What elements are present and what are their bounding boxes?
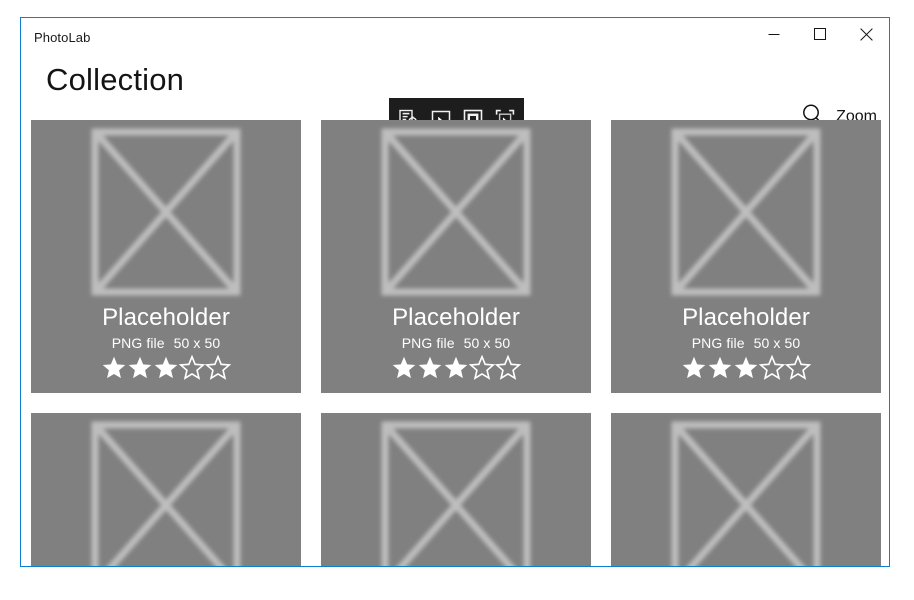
photo-file-type: PNG file [691,335,745,351]
star-outline-icon [495,355,521,380]
page-title: Collection [46,62,185,97]
minimize-button[interactable] [751,18,797,50]
image-placeholder-x-icon [91,421,241,566]
photo-title: Placeholder [682,304,810,331]
photo-file-type: PNG file [111,335,165,351]
photo-dimensions: 50 x 50 [753,335,801,351]
star-filled-icon [128,356,152,379]
photo-meta: PNG file 50 x 50 [321,333,591,353]
photo-card[interactable]: Placeholder PNG file50 x 50 [611,413,881,566]
photo-rating[interactable] [31,355,301,381]
star-filled-icon [708,356,732,379]
image-placeholder-x-icon [671,421,821,566]
star-filled-icon [682,356,706,379]
app-window: PhotoLab Collection Zoom Placeholder PNG… [20,17,890,567]
star-filled-icon [154,356,178,379]
star-filled-icon [102,356,126,379]
photo-card-caption: Placeholder PNG file 50 x 50 [611,303,881,381]
photo-card[interactable]: Placeholder PNG file50 x 50 [31,413,301,566]
photo-card-caption: Placeholder PNG file 50 x 50 [321,303,591,381]
photo-rating[interactable] [611,355,881,381]
photo-file-type: PNG file [401,335,455,351]
image-placeholder-x-icon [381,128,531,296]
star-filled-icon [444,356,468,379]
photo-meta: PNG file 50 x 50 [31,333,301,353]
desktop-background: PhotoLab Collection Zoom Placeholder PNG… [0,0,914,600]
page-header: Collection Zoom [21,58,889,150]
window-title: PhotoLab [34,30,91,45]
photo-dimensions: 50 x 50 [173,335,221,351]
photo-card[interactable]: Placeholder PNG file 50 x 50 [321,120,591,393]
star-outline-icon [205,355,231,380]
close-icon [859,27,873,41]
minimize-icon [768,28,780,40]
image-placeholder-x-icon [671,128,821,296]
photo-card[interactable]: Placeholder PNG file50 x 50 [321,413,591,566]
title-bar[interactable]: PhotoLab [21,18,889,58]
photo-rating[interactable] [321,355,591,381]
photo-grid: Placeholder PNG file 50 x 50 Placeholder… [31,120,889,566]
maximize-icon [814,28,826,40]
image-placeholder-x-icon [91,128,241,296]
photo-card-caption: Placeholder PNG file 50 x 50 [31,303,301,381]
photo-dimensions: 50 x 50 [463,335,511,351]
star-outline-icon [469,355,495,380]
star-filled-icon [418,356,442,379]
photo-card[interactable]: Placeholder PNG file 50 x 50 [31,120,301,393]
star-filled-icon [734,356,758,379]
star-filled-icon [392,356,416,379]
caption-button-group [751,18,889,50]
photo-meta: PNG file 50 x 50 [611,333,881,353]
photo-title: Placeholder [392,304,520,331]
star-outline-icon [759,355,785,380]
maximize-button[interactable] [797,18,843,50]
star-outline-icon [785,355,811,380]
close-button[interactable] [843,18,889,50]
photo-title: Placeholder [102,304,230,331]
image-placeholder-x-icon [381,421,531,566]
photo-card[interactable]: Placeholder PNG file 50 x 50 [611,120,881,393]
star-outline-icon [179,355,205,380]
